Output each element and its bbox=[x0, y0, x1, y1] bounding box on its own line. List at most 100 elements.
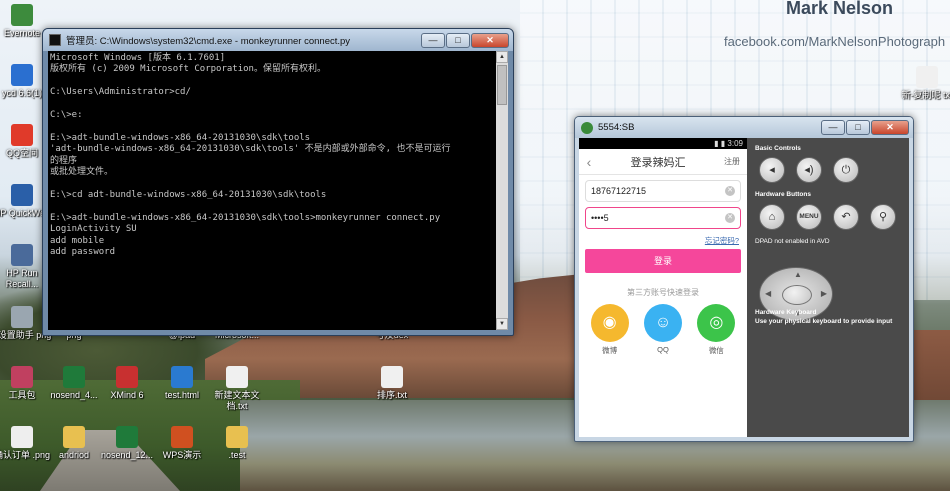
console-line: C:\>e: bbox=[50, 110, 83, 121]
excel-icon bbox=[63, 366, 85, 388]
desktop-icon[interactable]: .test bbox=[205, 426, 269, 461]
emulator-titlebar[interactable]: 5554:SB — □ ✕ bbox=[575, 117, 913, 138]
app-header: ‹ 登录辣妈汇 注册 bbox=[579, 149, 747, 175]
console-line: C:\Users\Administrator>cd/ bbox=[50, 87, 191, 98]
dpad-up-icon[interactable]: ▲ bbox=[794, 270, 802, 279]
close-button[interactable]: ✕ bbox=[471, 32, 509, 48]
keyboard-title: Hardware Keyboard bbox=[755, 309, 817, 316]
social-label: 微博 bbox=[602, 346, 618, 355]
cmd-app-icon bbox=[49, 34, 61, 46]
cmd-title-text: 管理员: C:\Windows\system32\cmd.exe - monke… bbox=[66, 36, 351, 47]
desktop-icon-label: 新建文本文档.txt bbox=[214, 390, 260, 411]
folder-icon bbox=[63, 426, 85, 448]
third-party-label: 第三方账号快速登录 bbox=[627, 288, 699, 297]
wallpaper-watermark-url: facebook.com/MarkNelsonPhotograph bbox=[724, 34, 946, 49]
console-line: 'adt-bundle-windows-x86_64-20131030\sdk\… bbox=[50, 144, 451, 155]
console-line: 的程序 bbox=[50, 155, 78, 166]
clear-password-icon[interactable]: ✕ bbox=[725, 213, 735, 223]
mobile-input[interactable]: 18767122715 bbox=[591, 186, 725, 196]
folder-icon bbox=[226, 426, 248, 448]
console-line: E:\>cd adt-bundle-windows-x86_64-2013103… bbox=[50, 189, 327, 200]
password-field[interactable]: ••••5 ✕ bbox=[585, 207, 741, 229]
wallpaper-houses-right bbox=[912, 330, 950, 410]
console-line: 或批处理文件。 bbox=[50, 167, 114, 178]
signal-icon: ▮ ▮ bbox=[714, 139, 728, 148]
cmd-scrollbar[interactable]: ▲ ▼ bbox=[496, 51, 508, 330]
emu-close-button[interactable]: ✕ bbox=[871, 120, 909, 135]
console-line: LoginActivity SU bbox=[50, 224, 137, 235]
scroll-thumb[interactable] bbox=[497, 65, 507, 105]
console-line: E:\>adt-bundle-windows-x86_64-20131030\s… bbox=[50, 212, 441, 223]
hardware-buttons-label: Hardware Buttons bbox=[755, 191, 811, 198]
login-button[interactable]: 登录 bbox=[585, 249, 741, 273]
social-login-qq[interactable]: ☺ QQ bbox=[643, 304, 682, 356]
console-line: 版权所有 (c) 2009 Microsoft Corporation。保留所有… bbox=[50, 64, 326, 75]
social-label: QQ bbox=[657, 345, 669, 354]
wallpaper-watermark-name: Mark Nelson bbox=[786, 0, 894, 18]
mobile-field[interactable]: 18767122715 ✕ bbox=[585, 180, 741, 202]
desktop-icon-label: .test bbox=[228, 450, 246, 460]
home-icon[interactable]: ⌂ bbox=[759, 204, 785, 230]
xmind-icon bbox=[116, 366, 138, 388]
phone-screen[interactable]: ▮ ▮ 3:09 ‹ 登录辣妈汇 注册 18767122715 ✕ ••••5 … bbox=[579, 138, 747, 437]
cmd-console-output[interactable]: Microsoft Windows [版本 6.1.7601] 版权所有 (c) … bbox=[48, 51, 496, 330]
clear-mobile-icon[interactable]: ✕ bbox=[725, 186, 735, 196]
desktop-icon[interactable]: 排序.txt bbox=[360, 366, 424, 401]
maximize-button[interactable]: □ bbox=[446, 32, 470, 48]
password-input[interactable]: ••••5 bbox=[591, 213, 725, 223]
excel-icon bbox=[116, 426, 138, 448]
text-file-icon bbox=[226, 366, 248, 388]
keyboard-description: Use your physical keyboard to provide in… bbox=[755, 318, 893, 325]
dpad-right-icon[interactable]: ▶ bbox=[821, 289, 827, 298]
social-label: 微信 bbox=[708, 346, 724, 355]
status-bar: ▮ ▮ 3:09 bbox=[579, 138, 747, 149]
desktop-icon[interactable]: 新-复制呢 txt bbox=[895, 66, 950, 101]
text-file-icon bbox=[381, 366, 403, 388]
desktop-icon-label: 排序.txt bbox=[376, 390, 407, 400]
basic-controls-label: Basic Controls bbox=[755, 145, 801, 152]
hp-icon bbox=[11, 184, 33, 206]
dpad-left-icon[interactable]: ◀ bbox=[765, 289, 771, 298]
page-title: 登录辣妈汇 bbox=[630, 156, 686, 169]
android-icon bbox=[581, 121, 593, 134]
emulator-controls: Basic Controls ◂ ◂) ⏻ Hardware Buttons ⌂… bbox=[751, 138, 909, 437]
volume-up-icon[interactable]: ◂) bbox=[796, 157, 822, 183]
back-arrow-icon[interactable]: ‹ bbox=[579, 154, 599, 170]
volume-down-icon[interactable]: ◂ bbox=[759, 157, 785, 183]
back-icon[interactable]: ↶ bbox=[833, 204, 859, 230]
qq-icon: ☺ bbox=[643, 304, 682, 342]
desktop-icon[interactable]: 新建文本文档.txt bbox=[205, 366, 269, 412]
console-line: E:\>adt-bundle-windows-x86_64-20131030\s… bbox=[50, 132, 311, 143]
cmd-window[interactable]: 管理员: C:\Windows\system32\cmd.exe - monke… bbox=[42, 28, 514, 336]
penguin-icon bbox=[11, 124, 33, 146]
social-login-wechat[interactable]: ◎ 微信 bbox=[697, 304, 736, 356]
register-link[interactable]: 注册 bbox=[717, 156, 747, 167]
cmd-titlebar[interactable]: 管理员: C:\Windows\system32\cmd.exe - monke… bbox=[43, 29, 513, 51]
desktop-icon-label: 新-复制呢 txt bbox=[901, 90, 950, 100]
wechat-icon: ◎ bbox=[697, 304, 736, 342]
console-line: Microsoft Windows [版本 6.1.7601] bbox=[50, 53, 226, 63]
console-line: add password bbox=[50, 246, 116, 257]
dpad-center-button[interactable] bbox=[782, 285, 812, 305]
clock: 3:09 bbox=[727, 139, 743, 148]
search-icon[interactable]: ⚲ bbox=[870, 204, 896, 230]
menu-button[interactable]: MENU bbox=[796, 204, 822, 230]
forgot-password-link[interactable]: 忘记密码? bbox=[579, 235, 739, 246]
console-line: add mobile bbox=[50, 235, 105, 246]
scroll-up-icon[interactable]: ▲ bbox=[496, 51, 508, 63]
power-icon[interactable]: ⏻ bbox=[833, 157, 859, 183]
scroll-down-icon[interactable]: ▼ bbox=[496, 318, 508, 330]
emulator-window[interactable]: 5554:SB — □ ✕ ▮ ▮ 3:09 ‹ 登录辣妈汇 注册 187671… bbox=[574, 116, 914, 442]
emu-minimize-button[interactable]: — bbox=[821, 120, 845, 135]
minimize-button[interactable]: — bbox=[421, 32, 445, 48]
image-file-icon bbox=[11, 306, 33, 328]
social-login-weibo[interactable]: ◉ 微博 bbox=[590, 304, 629, 356]
dpad-label: DPAD not enabled in AVD bbox=[755, 238, 830, 245]
emu-maximize-button[interactable]: □ bbox=[846, 120, 870, 135]
paw-icon bbox=[11, 64, 33, 86]
